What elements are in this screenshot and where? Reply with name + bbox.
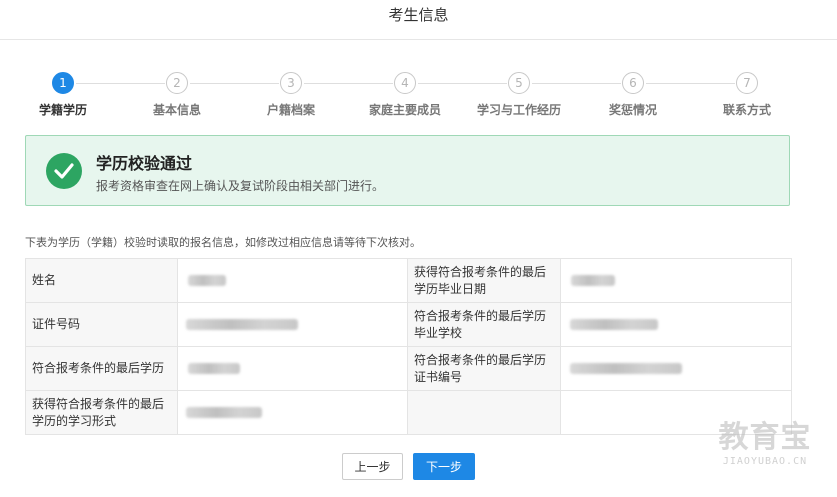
step-4[interactable]: 4 家庭主要成员 [350,72,460,118]
check-circle-icon [46,153,82,189]
step-number: 1 [52,72,74,94]
field-label: 符合报考条件的最后学历 [25,346,178,391]
field-label: 姓名 [25,258,178,303]
step-label: 家庭主要成员 [368,103,441,117]
step-number: 7 [736,72,758,94]
progress-steps: 1 学籍学历 2 基本信息 3 户籍档案 4 家庭主要成员 5 学习与工作经历 … [0,72,837,122]
watermark-logo: 教育宝 JIAOYUBAO.CN [705,420,825,467]
field-label: 符合报考条件的最后学历证书编号 [407,346,561,391]
field-value [177,302,408,347]
step-6[interactable]: 6 奖惩情况 [578,72,688,118]
page-title: 考生信息 [388,6,449,24]
alert-title: 学历校验通过 [96,154,193,173]
step-label: 基本信息 [152,103,201,117]
table-row: 符合报考条件的最后学历 符合报考条件的最后学历证书编号 [25,346,792,391]
field-label [407,390,561,435]
success-alert: 学历校验通过 报考资格审查在网上确认及复试阶段由相关部门进行。 [25,135,790,206]
step-label: 联系方式 [722,103,771,117]
field-label: 证件号码 [25,302,178,347]
field-label: 获得符合报考条件的最后学历毕业日期 [407,258,561,303]
step-5[interactable]: 5 学习与工作经历 [464,72,574,118]
prev-step-button[interactable]: 上一步 [342,453,403,480]
step-3[interactable]: 3 户籍档案 [236,72,346,118]
next-step-button[interactable]: 下一步 [413,453,475,480]
table-row: 证件号码 符合报考条件的最后学历毕业学校 [25,302,792,347]
step-number: 2 [166,72,188,94]
field-value [177,346,408,391]
redacted-value [570,363,682,374]
step-number: 3 [280,72,302,94]
step-label: 学籍学历 [38,103,87,117]
redacted-value [570,319,658,330]
page-header: 考生信息 [0,0,837,40]
redacted-value [188,275,226,286]
step-number: 6 [622,72,644,94]
field-value [177,390,408,435]
watermark-text: 教育宝 [718,420,812,455]
alert-description: 报考资格审查在网上确认及复试阶段由相关部门进行。 [96,179,385,193]
field-value [560,346,792,391]
step-2[interactable]: 2 基本信息 [122,72,232,118]
redacted-value [186,407,262,418]
step-label: 户籍档案 [266,103,315,117]
field-label: 获得符合报考条件的最后学历的学习形式 [25,390,178,435]
watermark-url: JIAOYUBAO.CN [722,456,808,467]
table-note: 下表为学历（学籍）校验时读取的报名信息，如修改过相应信息请等待下次核对。 [25,236,421,249]
info-table: 姓名 获得符合报考条件的最后学历毕业日期 证件号码 符合报考条件的最后学历毕业学… [25,258,792,435]
field-value [177,258,408,303]
table-row: 姓名 获得符合报考条件的最后学历毕业日期 [25,258,792,303]
step-number: 4 [394,72,416,94]
redacted-value [186,319,298,330]
redacted-value [188,363,240,374]
step-label: 奖惩情况 [608,103,657,117]
table-row: 获得符合报考条件的最后学历的学习形式 [25,390,792,435]
step-label: 学习与工作经历 [476,103,561,117]
step-number: 5 [508,72,530,94]
field-label: 符合报考条件的最后学历毕业学校 [407,302,561,347]
field-value [560,258,792,303]
step-7[interactable]: 7 联系方式 [692,72,802,118]
redacted-value [571,275,615,286]
step-1[interactable]: 1 学籍学历 [8,72,118,118]
field-value [560,302,792,347]
